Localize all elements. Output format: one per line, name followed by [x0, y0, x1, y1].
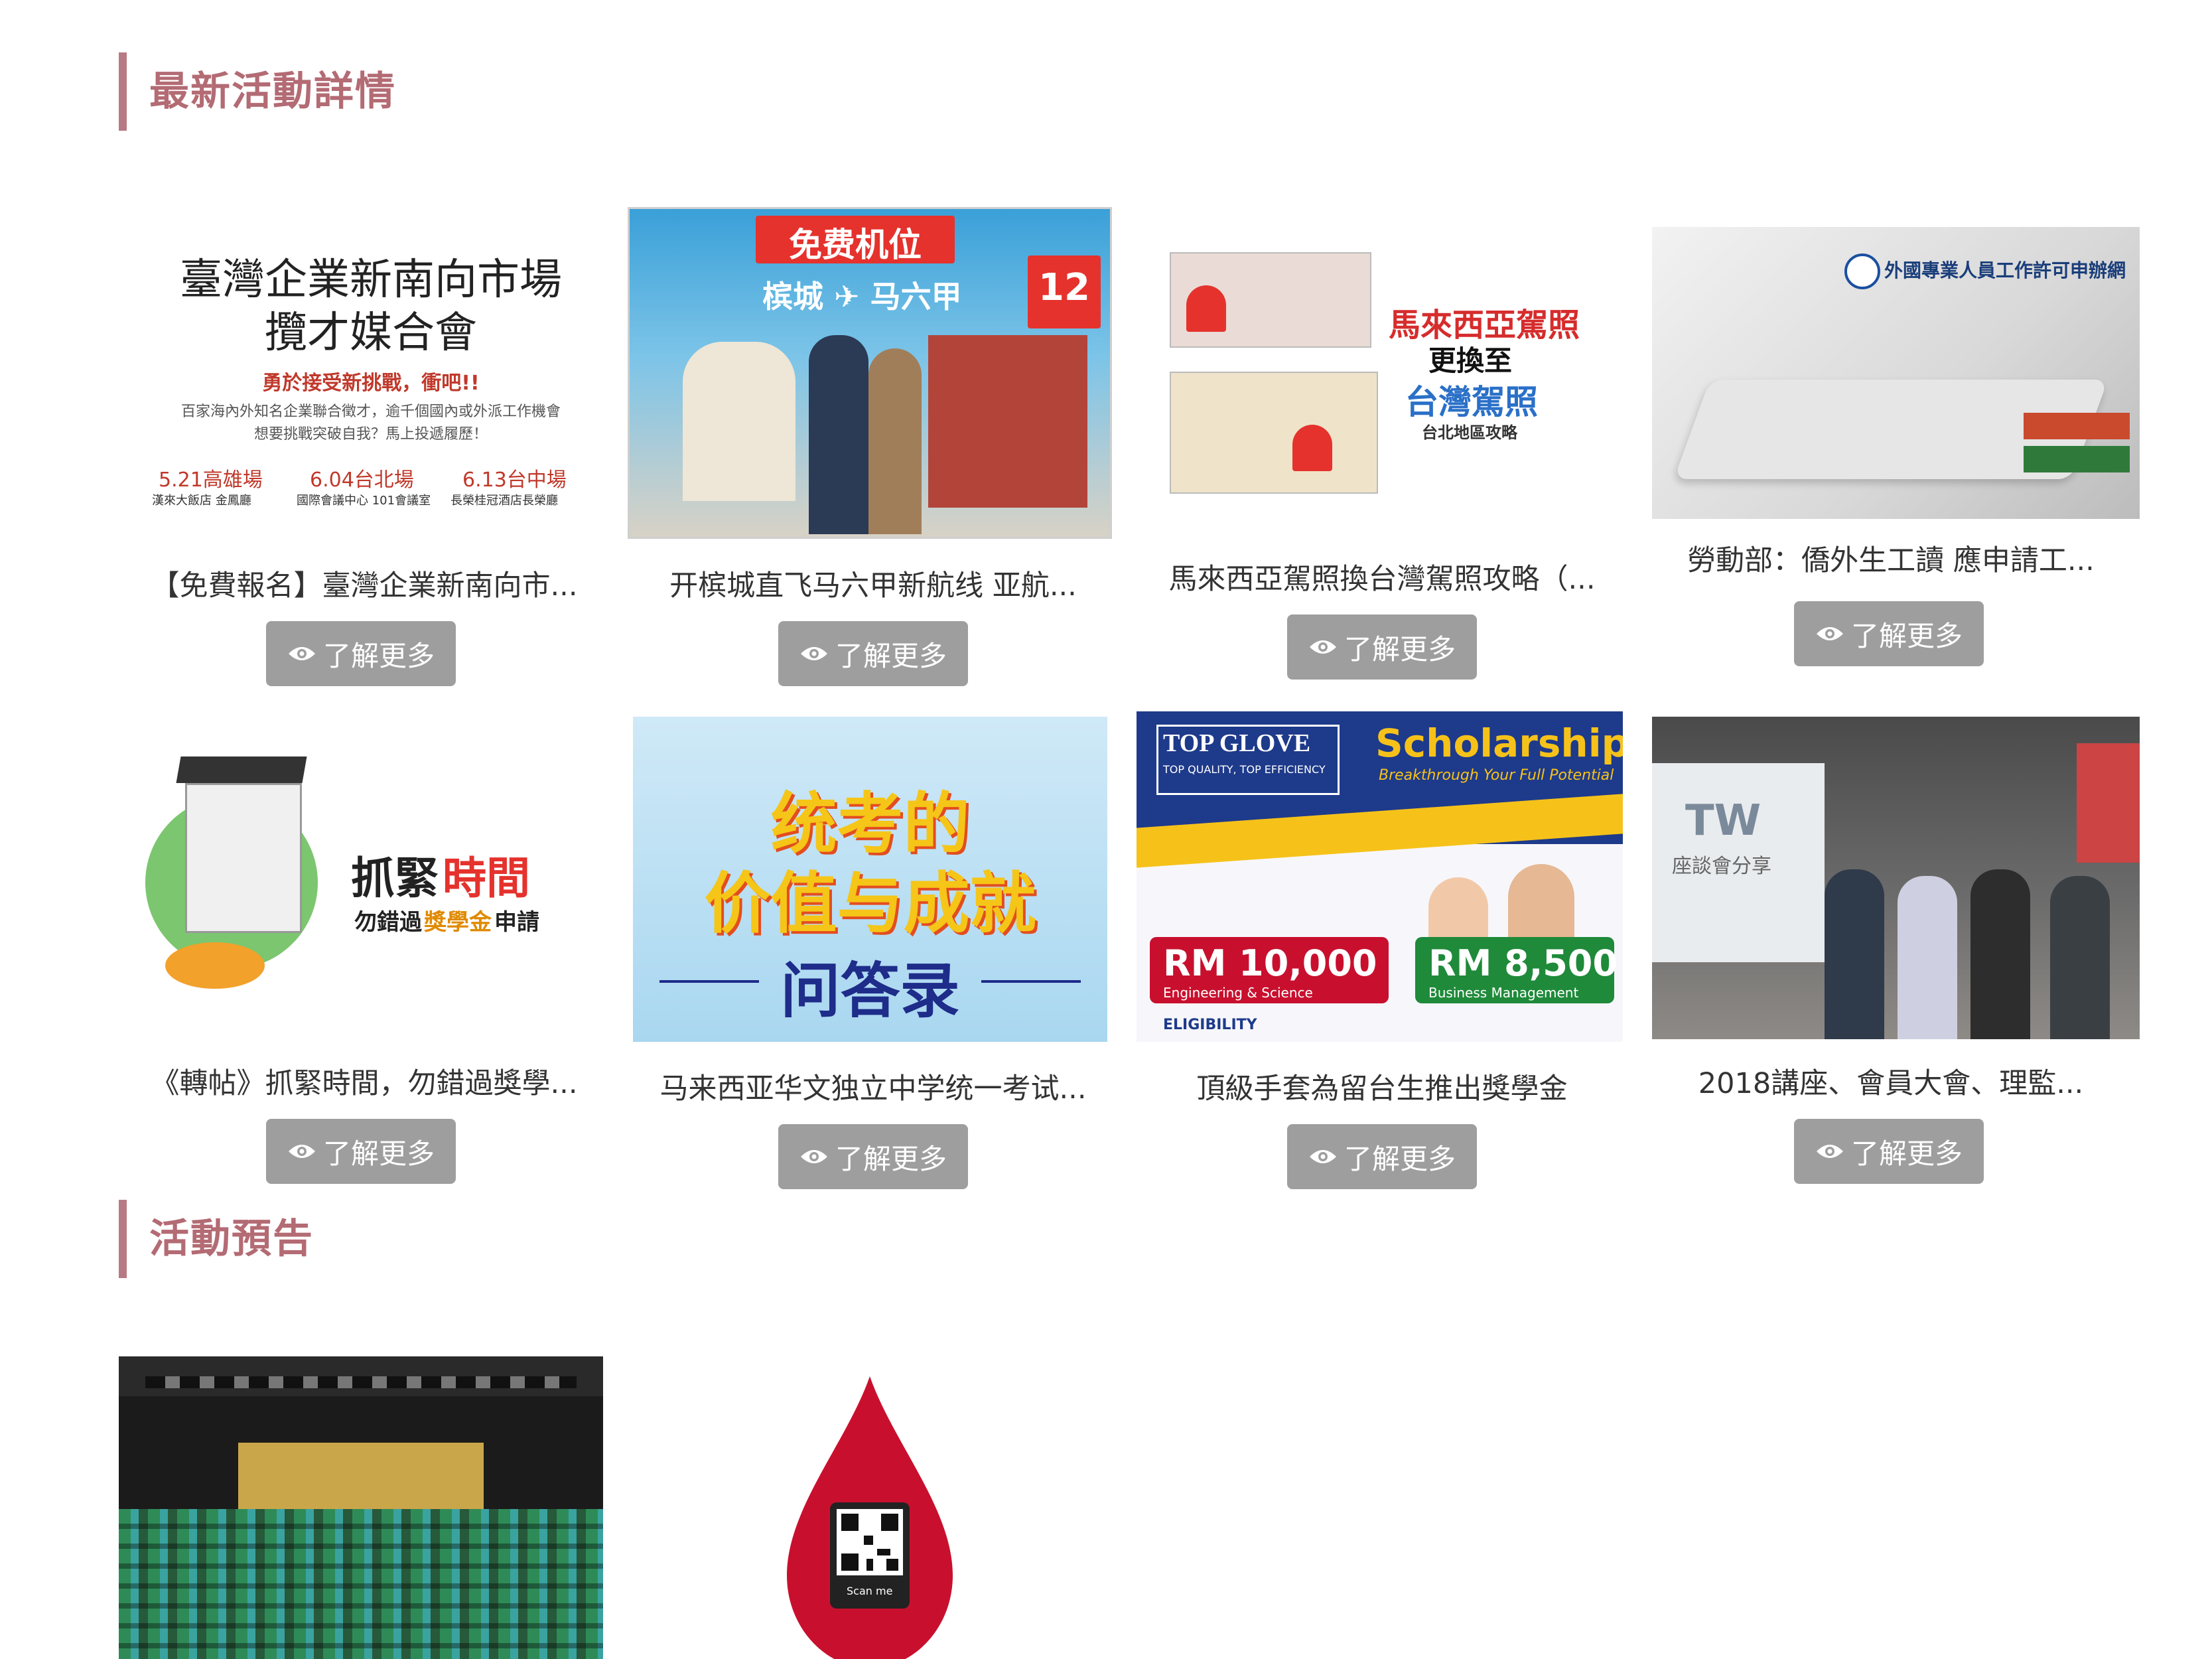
- event-card-title[interactable]: 【免費報名】臺灣企業新南向市...: [119, 563, 610, 604]
- event-card-title[interactable]: 开槟城直飞马六甲新航线 亚航...: [628, 563, 1119, 604]
- event-card: 臺灣企業新南向市場 攬才媒合會 勇於接受新挑戰，衝吧!! 百家海內外知名企業聯合…: [119, 199, 610, 703]
- learn-more-button[interactable]: 了解更多: [1287, 614, 1477, 680]
- upcoming-event-image[interactable]: Scan me: [628, 1356, 1112, 1659]
- event-card-image[interactable]: 臺灣企業新南向市場 攬才媒合會 勇於接受新挑戰，衝吧!! 百家海內外知名企業聯合…: [139, 226, 603, 544]
- event-card-title[interactable]: 頂級手套為留台生推出獎學金: [1137, 1066, 1627, 1107]
- event-card: 馬來西亞駕照 更換至 台灣駕照 台北地區攻略 馬來西亞駕照換台灣駕照攻略（...…: [1137, 199, 1627, 703]
- learn-more-label: 了解更多: [1344, 632, 1456, 666]
- learn-more-button[interactable]: 了解更多: [778, 621, 968, 686]
- event-card-title[interactable]: 《轉帖》抓緊時間，勿錯過獎學...: [119, 1060, 610, 1102]
- learn-more-button[interactable]: 了解更多: [1287, 1124, 1477, 1189]
- learn-more-button[interactable]: 了解更多: [778, 1124, 968, 1189]
- learn-more-label: 了解更多: [322, 1137, 435, 1170]
- event-card-image[interactable]: 抓緊 時間 勿錯過 獎學金 申請: [139, 743, 603, 1048]
- event-card-image[interactable]: 统考的 价值与成就 问答录: [633, 717, 1107, 1042]
- learn-more-button[interactable]: 了解更多: [266, 1119, 456, 1184]
- blood-drop-icon: [787, 1376, 953, 1659]
- learn-more-label: 了解更多: [1850, 619, 1963, 652]
- learn-more-label: 了解更多: [835, 1142, 947, 1175]
- event-card-image[interactable]: 免费机位 槟城 ✈ 马六甲 12: [628, 207, 1112, 539]
- event-card-title[interactable]: 勞動部：僑外生工讀 應申請工...: [1645, 538, 2136, 579]
- event-card-image[interactable]: TOP GLOVE TOP QUALITY, TOP EFFICIENCY Sc…: [1137, 711, 1623, 1042]
- upcoming-event-image[interactable]: [119, 1356, 603, 1659]
- event-card-image[interactable]: TW 座談會分享: [1652, 717, 2140, 1039]
- event-card-title[interactable]: 马来西亚华文独立中学统一考试...: [628, 1066, 1119, 1107]
- event-card-image[interactable]: 外國專業人員工作許可申辦網: [1652, 227, 2140, 519]
- learn-more-label: 了解更多: [1850, 1137, 1963, 1170]
- eye-icon: [288, 647, 315, 660]
- eye-icon: [1309, 640, 1336, 654]
- eye-icon: [1816, 1145, 1843, 1158]
- learn-more-label: 了解更多: [1344, 1142, 1456, 1175]
- eye-icon: [288, 1145, 315, 1158]
- learn-more-label: 了解更多: [835, 639, 947, 672]
- event-card: TOP GLOVE TOP QUALITY, TOP EFFICIENCY Sc…: [1137, 703, 1627, 1208]
- eye-icon: [1816, 627, 1843, 640]
- learn-more-button[interactable]: 了解更多: [1794, 601, 1984, 666]
- learn-more-button[interactable]: 了解更多: [1794, 1119, 1984, 1184]
- learn-more-button[interactable]: 了解更多: [266, 621, 456, 686]
- section-title-upcoming: 活動預告: [119, 1200, 314, 1278]
- eye-icon: [800, 1150, 827, 1163]
- event-card: 外國專業人員工作許可申辦網 勞動部：僑外生工讀 應申請工... 了解更多: [1645, 199, 2140, 703]
- section-title-latest: 最新活動詳情: [119, 52, 396, 131]
- event-card-title[interactable]: 馬來西亞駕照換台灣駕照攻略（...: [1137, 556, 1627, 597]
- event-card: TW 座談會分享 2018講座、會員大會、理監... 了解更多: [1645, 703, 2140, 1208]
- event-card-image[interactable]: 馬來西亞駕照 更換至 台灣駕照 台北地區攻略: [1150, 246, 1614, 511]
- scan-me-label: Scan me: [847, 1585, 893, 1597]
- learn-more-label: 了解更多: [322, 639, 435, 672]
- eye-icon: [1309, 1150, 1336, 1163]
- event-card: 统考的 价值与成就 问答录 马来西亚华文独立中学统一考试... 了解更多: [628, 703, 1119, 1208]
- event-card-title[interactable]: 2018講座、會員大會、理監...: [1645, 1060, 2136, 1102]
- event-card: 免费机位 槟城 ✈ 马六甲 12 开槟城直飞马六甲新航线 亚航... 了解更多: [628, 199, 1119, 703]
- event-card: 抓緊 時間 勿錯過 獎學金 申請 《轉帖》抓緊時間，勿錯過獎學... 了解更多: [119, 703, 610, 1208]
- eye-icon: [800, 647, 827, 660]
